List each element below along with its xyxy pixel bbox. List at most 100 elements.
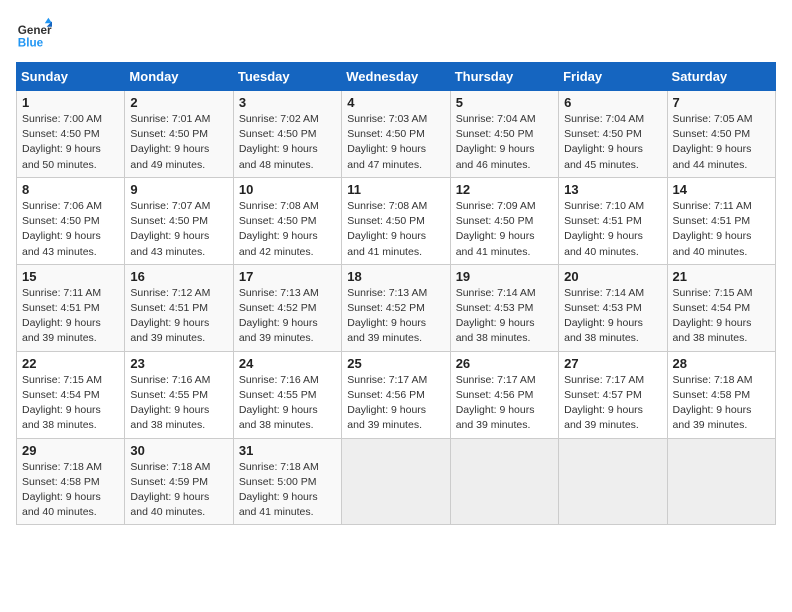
logo: General Blue [16,16,52,52]
day-cell: 14 Sunrise: 7:11 AMSunset: 4:51 PMDaylig… [667,177,775,264]
day-detail: Sunrise: 7:14 AMSunset: 4:53 PMDaylight:… [564,286,661,347]
column-headers: SundayMondayTuesdayWednesdayThursdayFrid… [17,63,776,91]
day-detail: Sunrise: 7:11 AMSunset: 4:51 PMDaylight:… [673,199,770,260]
day-detail: Sunrise: 7:06 AMSunset: 4:50 PMDaylight:… [22,199,119,260]
day-detail: Sunrise: 7:13 AMSunset: 4:52 PMDaylight:… [347,286,444,347]
col-header-wednesday: Wednesday [342,63,450,91]
day-cell: 16 Sunrise: 7:12 AMSunset: 4:51 PMDaylig… [125,264,233,351]
day-number: 8 [22,182,119,197]
day-detail: Sunrise: 7:17 AMSunset: 4:56 PMDaylight:… [347,373,444,434]
day-number: 29 [22,443,119,458]
day-cell: 2 Sunrise: 7:01 AMSunset: 4:50 PMDayligh… [125,91,233,178]
day-detail: Sunrise: 7:18 AMSunset: 4:58 PMDaylight:… [673,373,770,434]
day-cell: 29 Sunrise: 7:18 AMSunset: 4:58 PMDaylig… [17,438,125,525]
day-cell: 3 Sunrise: 7:02 AMSunset: 4:50 PMDayligh… [233,91,341,178]
col-header-thursday: Thursday [450,63,558,91]
day-cell: 26 Sunrise: 7:17 AMSunset: 4:56 PMDaylig… [450,351,558,438]
day-number: 10 [239,182,336,197]
day-detail: Sunrise: 7:08 AMSunset: 4:50 PMDaylight:… [239,199,336,260]
col-header-sunday: Sunday [17,63,125,91]
day-cell: 18 Sunrise: 7:13 AMSunset: 4:52 PMDaylig… [342,264,450,351]
day-cell: 6 Sunrise: 7:04 AMSunset: 4:50 PMDayligh… [559,91,667,178]
day-cell: 27 Sunrise: 7:17 AMSunset: 4:57 PMDaylig… [559,351,667,438]
col-header-tuesday: Tuesday [233,63,341,91]
day-number: 17 [239,269,336,284]
day-detail: Sunrise: 7:15 AMSunset: 4:54 PMDaylight:… [673,286,770,347]
day-detail: Sunrise: 7:05 AMSunset: 4:50 PMDaylight:… [673,112,770,173]
day-cell: 1 Sunrise: 7:00 AMSunset: 4:50 PMDayligh… [17,91,125,178]
day-cell [667,438,775,525]
day-number: 11 [347,182,444,197]
day-number: 31 [239,443,336,458]
day-detail: Sunrise: 7:16 AMSunset: 4:55 PMDaylight:… [239,373,336,434]
day-number: 30 [130,443,227,458]
day-number: 5 [456,95,553,110]
day-cell: 12 Sunrise: 7:09 AMSunset: 4:50 PMDaylig… [450,177,558,264]
day-detail: Sunrise: 7:00 AMSunset: 4:50 PMDaylight:… [22,112,119,173]
day-cell: 25 Sunrise: 7:17 AMSunset: 4:56 PMDaylig… [342,351,450,438]
week-row-2: 8 Sunrise: 7:06 AMSunset: 4:50 PMDayligh… [17,177,776,264]
day-detail: Sunrise: 7:04 AMSunset: 4:50 PMDaylight:… [564,112,661,173]
day-detail: Sunrise: 7:18 AMSunset: 5:00 PMDaylight:… [239,460,336,521]
day-cell: 5 Sunrise: 7:04 AMSunset: 4:50 PMDayligh… [450,91,558,178]
day-number: 7 [673,95,770,110]
day-detail: Sunrise: 7:12 AMSunset: 4:51 PMDaylight:… [130,286,227,347]
day-detail: Sunrise: 7:16 AMSunset: 4:55 PMDaylight:… [130,373,227,434]
day-number: 26 [456,356,553,371]
day-cell: 7 Sunrise: 7:05 AMSunset: 4:50 PMDayligh… [667,91,775,178]
col-header-friday: Friday [559,63,667,91]
week-row-1: 1 Sunrise: 7:00 AMSunset: 4:50 PMDayligh… [17,91,776,178]
day-number: 20 [564,269,661,284]
day-detail: Sunrise: 7:18 AMSunset: 4:58 PMDaylight:… [22,460,119,521]
day-detail: Sunrise: 7:17 AMSunset: 4:56 PMDaylight:… [456,373,553,434]
day-detail: Sunrise: 7:09 AMSunset: 4:50 PMDaylight:… [456,199,553,260]
day-number: 12 [456,182,553,197]
svg-text:General: General [18,24,52,37]
day-number: 3 [239,95,336,110]
day-number: 4 [347,95,444,110]
svg-text:Blue: Blue [18,37,44,50]
day-cell: 8 Sunrise: 7:06 AMSunset: 4:50 PMDayligh… [17,177,125,264]
day-number: 24 [239,356,336,371]
day-number: 19 [456,269,553,284]
day-cell: 24 Sunrise: 7:16 AMSunset: 4:55 PMDaylig… [233,351,341,438]
day-number: 13 [564,182,661,197]
calendar-table: SundayMondayTuesdayWednesdayThursdayFrid… [16,62,776,525]
day-cell: 17 Sunrise: 7:13 AMSunset: 4:52 PMDaylig… [233,264,341,351]
day-cell: 20 Sunrise: 7:14 AMSunset: 4:53 PMDaylig… [559,264,667,351]
day-cell: 13 Sunrise: 7:10 AMSunset: 4:51 PMDaylig… [559,177,667,264]
day-detail: Sunrise: 7:07 AMSunset: 4:50 PMDaylight:… [130,199,227,260]
day-detail: Sunrise: 7:14 AMSunset: 4:53 PMDaylight:… [456,286,553,347]
day-number: 27 [564,356,661,371]
day-detail: Sunrise: 7:02 AMSunset: 4:50 PMDaylight:… [239,112,336,173]
day-detail: Sunrise: 7:01 AMSunset: 4:50 PMDaylight:… [130,112,227,173]
day-cell: 10 Sunrise: 7:08 AMSunset: 4:50 PMDaylig… [233,177,341,264]
day-cell [450,438,558,525]
day-cell: 9 Sunrise: 7:07 AMSunset: 4:50 PMDayligh… [125,177,233,264]
day-detail: Sunrise: 7:13 AMSunset: 4:52 PMDaylight:… [239,286,336,347]
day-detail: Sunrise: 7:11 AMSunset: 4:51 PMDaylight:… [22,286,119,347]
day-number: 14 [673,182,770,197]
day-cell [559,438,667,525]
day-detail: Sunrise: 7:15 AMSunset: 4:54 PMDaylight:… [22,373,119,434]
day-detail: Sunrise: 7:08 AMSunset: 4:50 PMDaylight:… [347,199,444,260]
day-detail: Sunrise: 7:17 AMSunset: 4:57 PMDaylight:… [564,373,661,434]
day-cell: 22 Sunrise: 7:15 AMSunset: 4:54 PMDaylig… [17,351,125,438]
col-header-monday: Monday [125,63,233,91]
logo-icon: General Blue [16,16,52,52]
day-number: 6 [564,95,661,110]
day-number: 21 [673,269,770,284]
week-row-3: 15 Sunrise: 7:11 AMSunset: 4:51 PMDaylig… [17,264,776,351]
week-row-5: 29 Sunrise: 7:18 AMSunset: 4:58 PMDaylig… [17,438,776,525]
day-cell: 4 Sunrise: 7:03 AMSunset: 4:50 PMDayligh… [342,91,450,178]
week-row-4: 22 Sunrise: 7:15 AMSunset: 4:54 PMDaylig… [17,351,776,438]
col-header-saturday: Saturday [667,63,775,91]
day-number: 2 [130,95,227,110]
day-number: 9 [130,182,227,197]
day-number: 28 [673,356,770,371]
day-detail: Sunrise: 7:18 AMSunset: 4:59 PMDaylight:… [130,460,227,521]
day-detail: Sunrise: 7:10 AMSunset: 4:51 PMDaylight:… [564,199,661,260]
day-cell [342,438,450,525]
day-cell: 19 Sunrise: 7:14 AMSunset: 4:53 PMDaylig… [450,264,558,351]
day-number: 16 [130,269,227,284]
